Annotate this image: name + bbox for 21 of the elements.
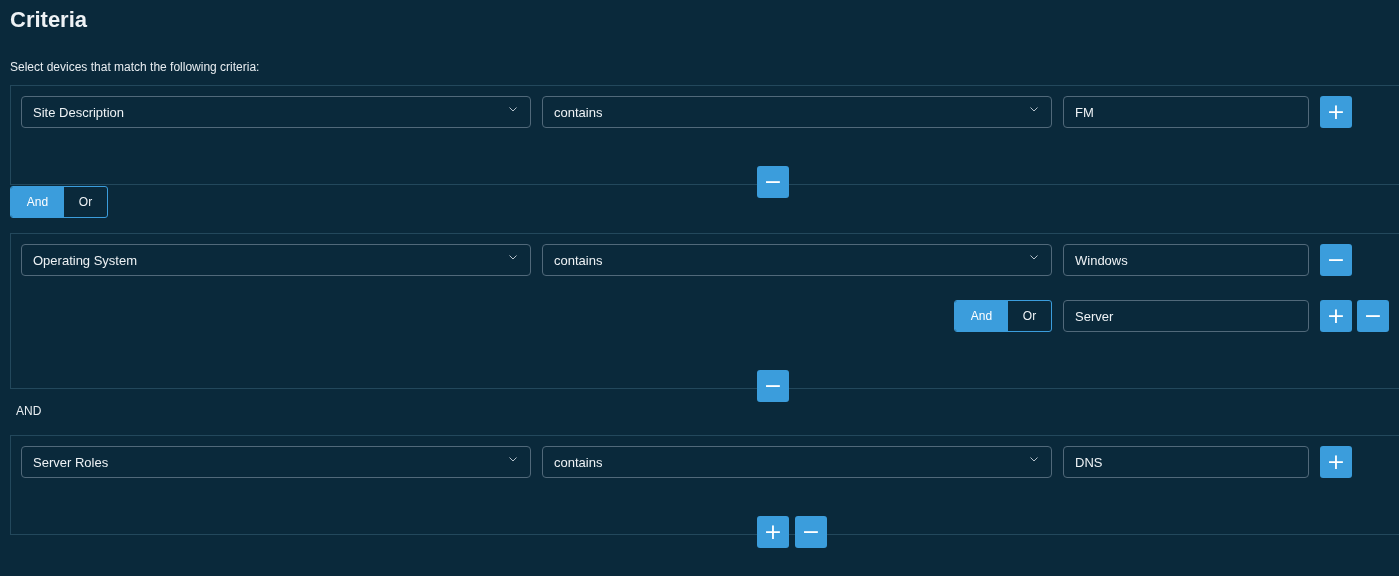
value-field[interactable]: Windows (1063, 244, 1309, 276)
field-dropdown[interactable]: Operating System (21, 244, 531, 276)
toggle-option[interactable]: Or (1008, 301, 1051, 331)
operator-dropdown[interactable]: contains (542, 446, 1052, 478)
chevron-down-icon (509, 254, 517, 260)
value-field[interactable]: Server (1063, 300, 1309, 332)
chevron-down-icon (1030, 106, 1038, 112)
connector-label: AND (15, 403, 43, 419)
page-title: Criteria (10, 6, 89, 34)
instructions-text: Select devices that match the following criteria: (10, 59, 261, 75)
value-field[interactable]: FM (1063, 96, 1309, 128)
field-dropdown[interactable]: Site Description (21, 96, 531, 128)
value-field[interactable]: DNS (1063, 446, 1309, 478)
operator-dropdown[interactable]: contains (542, 96, 1052, 128)
chevron-down-icon (1030, 254, 1038, 260)
field-dropdown[interactable]: Server Roles (21, 446, 531, 478)
chevron-down-icon (1030, 456, 1038, 462)
operator-dropdown[interactable]: contains (542, 244, 1052, 276)
chevron-down-icon (509, 106, 517, 112)
toggle-option[interactable]: Or (64, 187, 107, 217)
chevron-down-icon (509, 456, 517, 462)
